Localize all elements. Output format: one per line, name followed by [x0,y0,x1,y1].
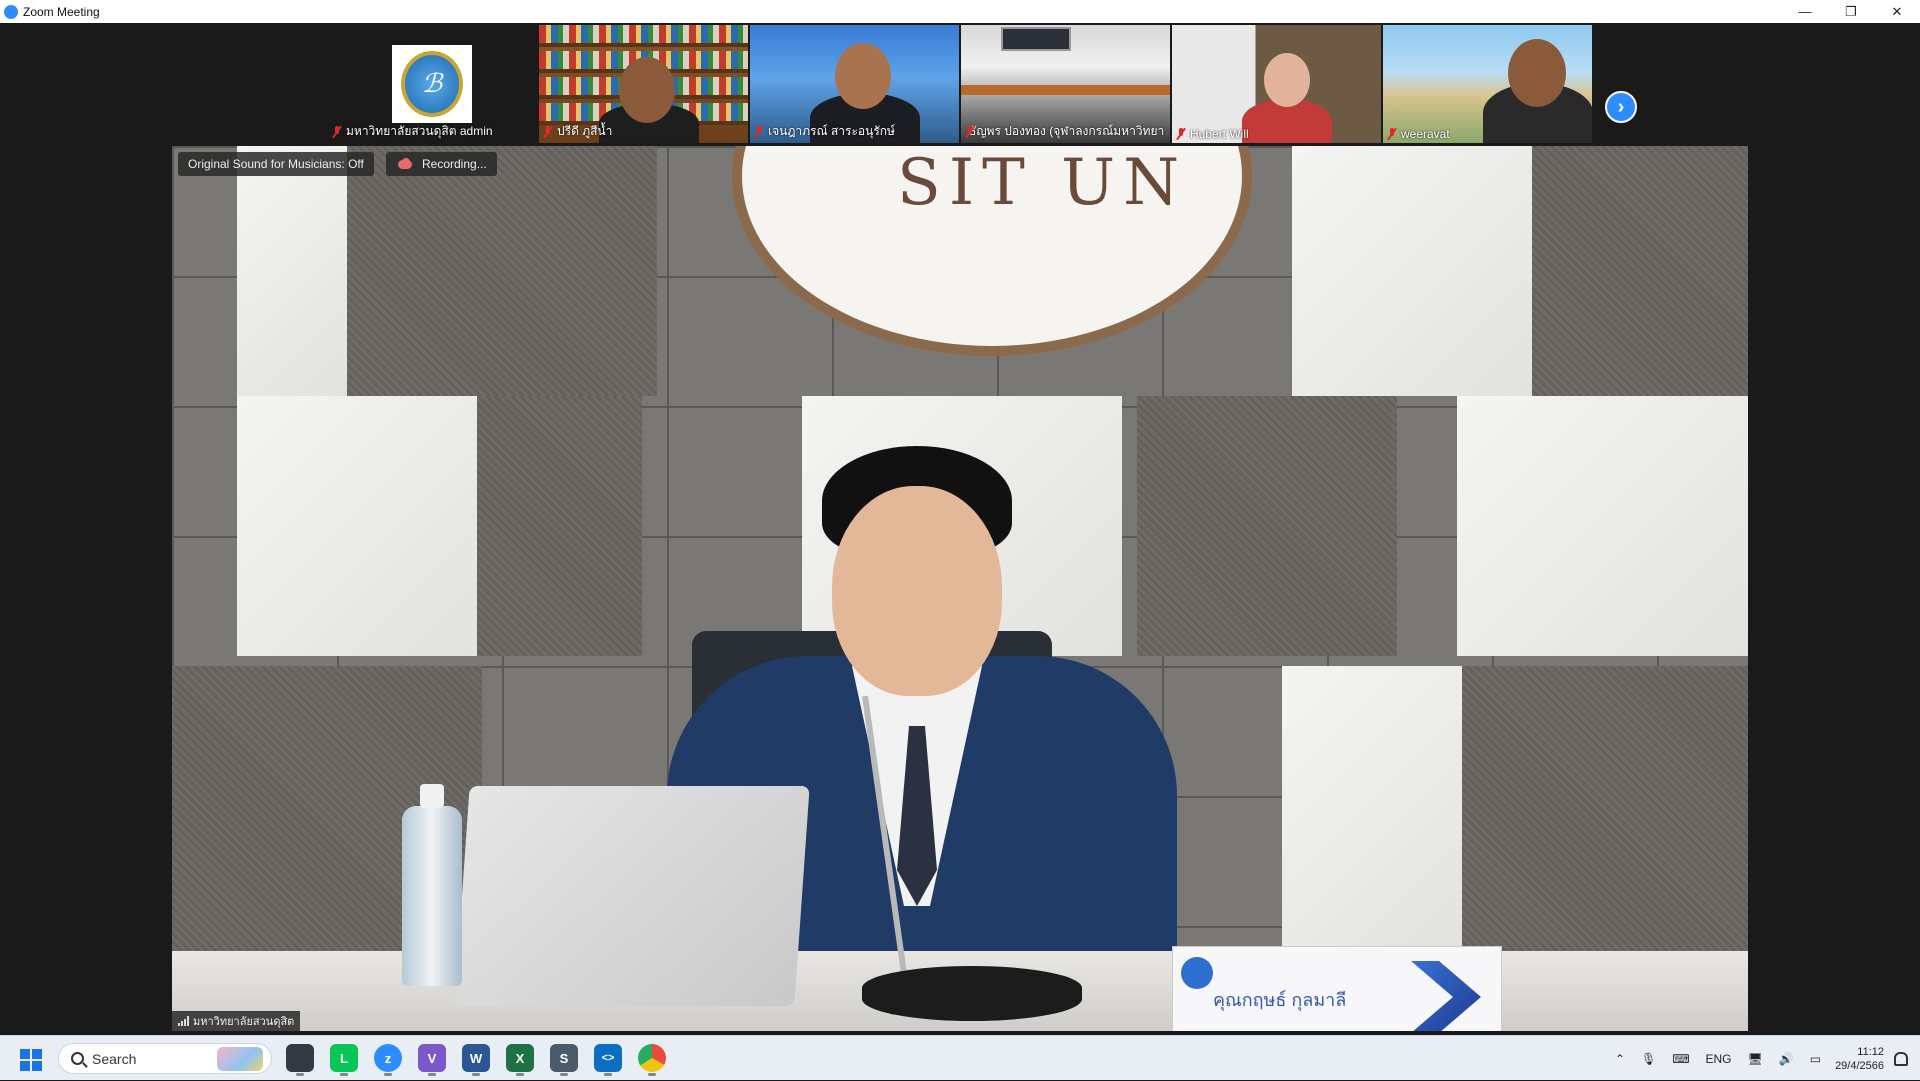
taskbar-search[interactable]: Search [58,1043,272,1074]
notification-bell-icon[interactable] [1894,1051,1908,1066]
participant-tile[interactable]: ปรีดี ภูสีน้ำ [539,25,748,143]
participant-tile[interactable]: เจนฎาภรณ์ สาระอนุรักษ์ [750,25,959,143]
line-app-icon[interactable]: L [330,1044,358,1076]
mic-muted-icon [1176,128,1186,140]
mic-muted-icon [1387,128,1397,140]
system-tray: ⌃ 🎙 ⌨ ENG 🖥 🔊 ▭ 11:12 29/4/2566 [1607,1036,1920,1081]
cloud-recording-icon [396,158,414,170]
participant-head [1508,39,1566,107]
participant-name: Hubert Will [1176,127,1249,141]
meeting-area: ℬ มหาวิทยาลัยสวนดุสิต admin ปรีดี ภูสีน้… [0,23,1920,1035]
participant-tile[interactable]: ธัญพร ปองทอง (จุฬาลงกรณ์มหาวิทยา... [961,25,1170,143]
nameplate: คุณกฤษธ์ กุลมาลี [1172,946,1502,1031]
snipping-tool-icon[interactable]: S [550,1044,578,1076]
participant-name: weeravat [1387,127,1450,141]
original-sound-status[interactable]: Original Sound for Musicians: Off [178,152,374,176]
recording-status[interactable]: Recording... [386,152,497,176]
minimize-button[interactable]: — [1782,0,1828,23]
microphone-icon[interactable]: 🎙 [1641,1052,1656,1066]
gallery-strip: ℬ มหาวิทยาลัยสวนดุสิต admin ปรีดี ภูสีน้… [328,25,1592,143]
restore-button[interactable]: ❐ [1828,0,1874,23]
search-icon [71,1052,84,1065]
participant-head [1264,53,1310,107]
bookshelf [539,25,748,47]
wall-panel [1457,396,1748,656]
wall-panel [1462,666,1748,956]
chevron-decoration-icon [1411,961,1481,1031]
mic-muted-icon [754,125,764,138]
search-highlight-icon [217,1047,263,1071]
title-bar: Zoom Meeting — ❐ ✕ [0,0,1920,23]
file-explorer-icon[interactable] [286,1044,314,1076]
chevron-right-icon: › [1617,95,1625,118]
participant-tile[interactable]: ℬ มหาวิทยาลัยสวนดุสิต admin [328,25,537,143]
participant-name: เจนฎาภรณ์ สาระอนุรักษ์ [754,122,895,141]
taskbar: Search L z V W X S <> ⌃ 🎙 ⌨ ENG 🖥 🔊 ▭ 11… [0,1035,1920,1080]
windows-start-icon[interactable] [20,1049,42,1071]
keyboard-icon[interactable]: ⌨ [1672,1052,1689,1066]
wall-panel [347,146,657,396]
participant-head [619,57,675,123]
nameplate-logo [1181,957,1213,989]
microphone-base [862,966,1082,1021]
active-speaker-video[interactable]: SIT UN คุณกฤษธ์ กุลมาลี Original Sound f… [172,146,1748,1031]
participant-tile[interactable]: Hubert Will [1172,25,1381,143]
battery-icon[interactable]: ▭ [1810,1052,1821,1066]
clock[interactable]: 11:12 29/4/2566 [1835,1045,1884,1073]
mic-muted-icon [543,125,553,138]
participant-name: ปรีดี ภูสีน้ำ [543,122,612,141]
wall-panel [237,396,477,656]
visual-studio-icon[interactable]: V [418,1044,446,1076]
signal-strength-icon [178,1016,189,1026]
chrome-icon[interactable] [638,1044,666,1076]
speaker-face [832,486,1002,696]
room-screen [1001,27,1071,51]
laptop [454,786,810,1006]
network-icon[interactable]: 🖥 [1748,1052,1763,1066]
excel-icon[interactable]: X [506,1044,534,1076]
participant-head [835,43,891,109]
participant-name: ธัญพร ปองทอง (จุฬาลงกรณ์มหาวิทยา... [968,124,1165,138]
participant-name: มหาวิทยาลัยสวนดุสิต admin [332,122,493,141]
window-controls: — ❐ ✕ [1782,0,1920,23]
volume-icon[interactable]: 🔊 [1779,1052,1794,1066]
language-indicator[interactable]: ENG [1706,1052,1732,1066]
word-icon[interactable]: W [462,1044,490,1076]
speaker-name-label: มหาวิทยาลัยสวนดุสิต [172,1011,301,1031]
wall-panel [1532,146,1748,396]
wall-panel [1282,666,1462,956]
conference-table [961,85,1170,95]
chevron-up-icon[interactable]: ⌃ [1615,1052,1625,1066]
emblem-text: SIT UN [897,146,1188,220]
seal-icon: ℬ [401,51,463,117]
wall-panel [477,396,642,656]
wall-panel [1292,146,1532,396]
wall-panel [237,146,347,396]
participant-tile[interactable]: weeravat [1383,25,1592,143]
zoom-app-icon [4,4,18,19]
mic-muted-icon [332,125,342,138]
water-bottle [402,784,462,986]
nameplate-text: คุณกฤษธ์ กุลมาลี [1213,990,1347,1010]
close-button[interactable]: ✕ [1874,0,1920,23]
gallery-next-button[interactable]: › [1605,91,1637,123]
zoom-taskbar-icon[interactable]: z [374,1044,402,1076]
wall-panel [1137,396,1397,656]
vscode-icon[interactable]: <> [594,1044,622,1076]
window-title: Zoom Meeting [23,4,100,19]
university-logo: ℬ [392,45,472,123]
